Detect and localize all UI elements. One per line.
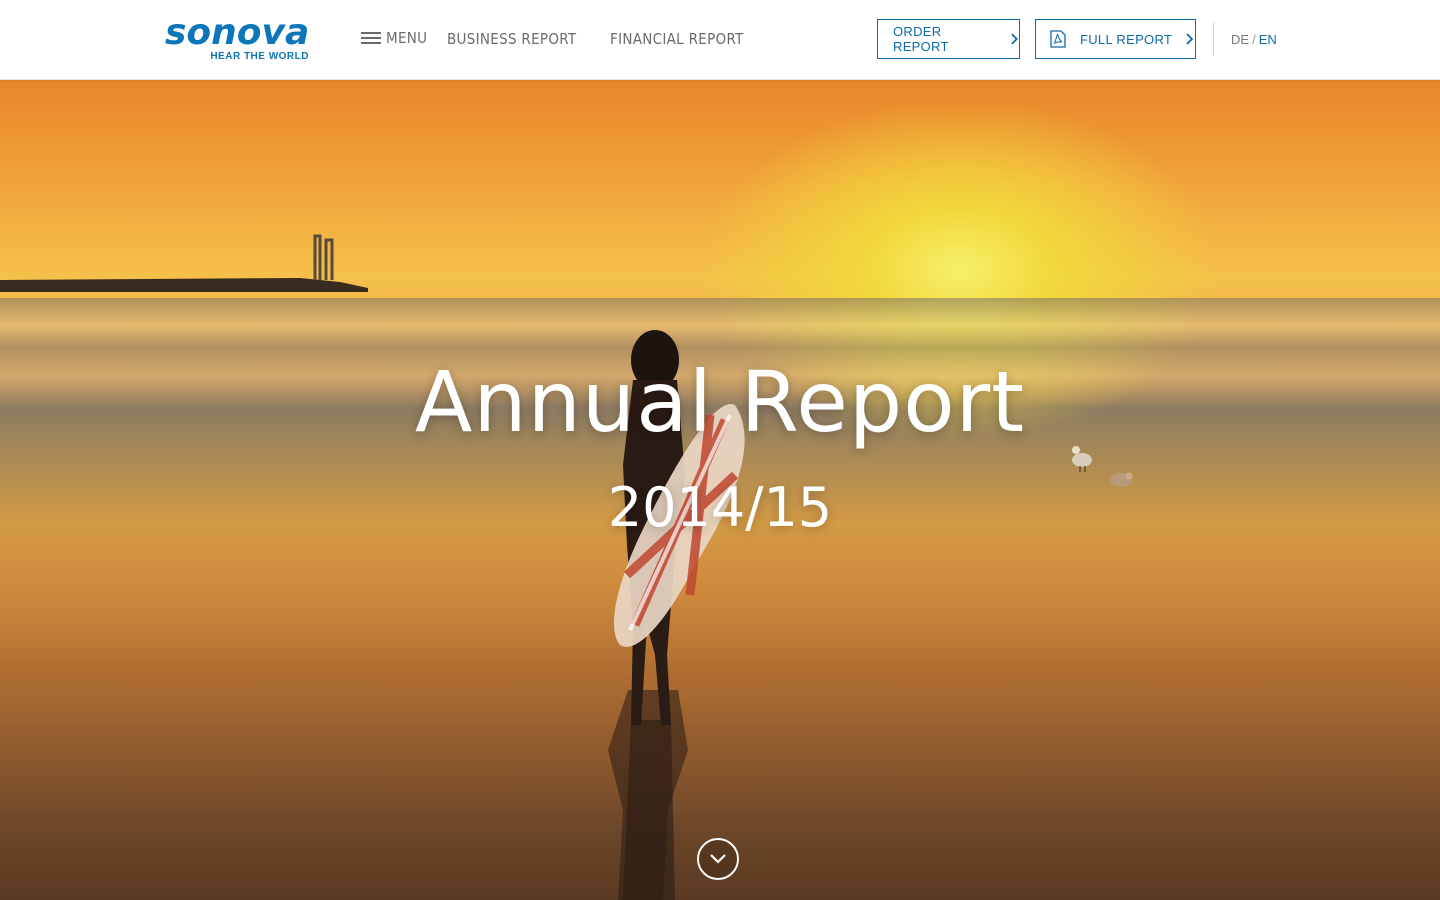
hero-subtitle: 2014/15 — [607, 476, 833, 539]
logo-tagline: HEAR THE WORLD — [210, 51, 309, 62]
nav-business-report[interactable]: BUSINESS REPORT — [447, 30, 576, 48]
chevron-right-icon — [1186, 33, 1194, 45]
lang-de[interactable]: DE — [1231, 32, 1249, 47]
tower-silhouette — [313, 234, 334, 280]
nav-financial-report[interactable]: FINANCIAL REPORT — [610, 30, 744, 48]
full-report-button[interactable]: FULL REPORT — [1035, 19, 1196, 59]
menu-label: MENU — [386, 29, 428, 47]
logo-wordmark: sonova — [165, 12, 310, 53]
scroll-down-button[interactable] — [697, 838, 739, 880]
hero-title: Annual Report — [414, 353, 1026, 451]
full-report-label: FULL REPORT — [1080, 31, 1173, 47]
hamburger-icon — [361, 31, 381, 45]
hero-banner: Annual Report 2014/15 — [0, 80, 1440, 900]
lang-en[interactable]: EN — [1259, 32, 1277, 47]
site-header: sonova HEAR THE WORLD MENU BUSINESS REPO… — [0, 0, 1440, 80]
pdf-document-icon — [1050, 30, 1066, 48]
chevron-right-icon — [1011, 33, 1019, 45]
order-report-button[interactable]: ORDER REPORT — [877, 19, 1020, 59]
header-divider — [1213, 22, 1214, 56]
lang-separator: / — [1252, 32, 1256, 47]
language-switcher: DE / EN — [1231, 32, 1277, 47]
chevron-down-icon — [710, 854, 726, 864]
order-report-label: ORDER REPORT — [893, 24, 949, 54]
menu-button[interactable]: MENU — [361, 29, 427, 47]
sonova-logo[interactable]: sonova HEAR THE WORLD — [165, 14, 315, 66]
